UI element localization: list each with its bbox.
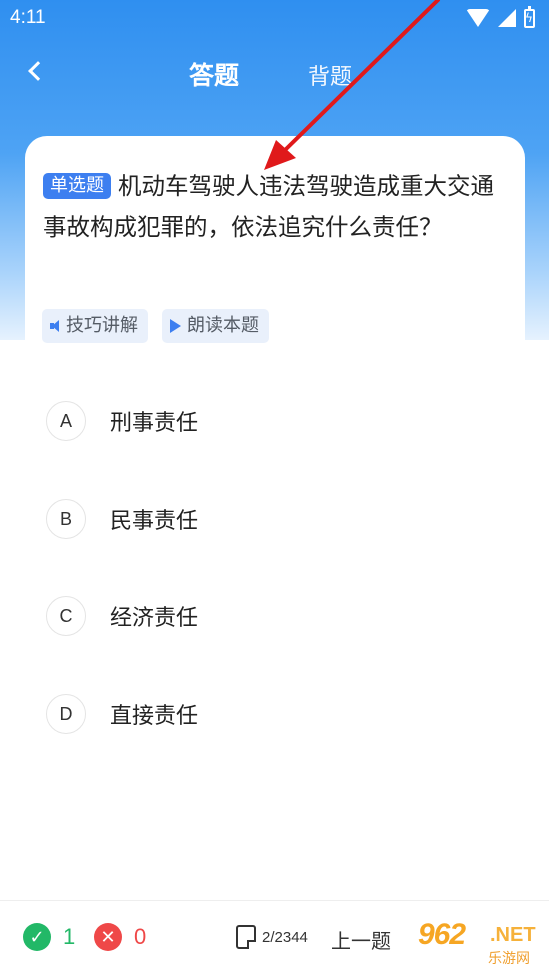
- back-button[interactable]: [18, 54, 52, 88]
- tab-answer[interactable]: 答题: [189, 56, 239, 92]
- wrong-count: 0: [134, 924, 147, 949]
- correct-stat: ✓ 1: [23, 923, 75, 951]
- question-card: 单选题 机动车驾驶人违法驾驶造成重大交通事故构成犯罪的，依法追究什么责任？ 技巧讲…: [25, 136, 525, 366]
- watermark-digits: 962: [418, 918, 466, 951]
- status-time: 4:11: [10, 7, 46, 28]
- play-icon: [170, 319, 181, 333]
- option-text: 直接责任: [110, 704, 199, 729]
- option-d[interactable]: D 直接责任: [46, 692, 506, 736]
- correct-count: 1: [63, 924, 76, 949]
- chevron-left-icon: [28, 61, 48, 81]
- title-bar: 答题 背题: [0, 44, 549, 100]
- option-letter: B: [46, 499, 86, 539]
- read-aloud-button[interactable]: 朗读本题: [162, 309, 269, 343]
- option-b[interactable]: B 民事责任: [46, 497, 506, 541]
- question-text-block: 单选题 机动车驾驶人违法驾驶造成重大交通事故构成犯罪的，依法追究什么责任？: [43, 166, 505, 248]
- tab-recite[interactable]: 背题: [308, 59, 352, 91]
- battery-icon: ϟ: [524, 5, 535, 28]
- speaker-icon: [50, 319, 62, 333]
- watermark-logo: 962 .NET 乐游网: [414, 918, 542, 970]
- read-aloud-label: 朗读本题: [187, 315, 259, 336]
- option-text: 民事责任: [110, 509, 199, 534]
- check-icon: ✓: [23, 923, 51, 951]
- watermark-net: .NET: [490, 924, 536, 946]
- option-text: 刑事责任: [110, 411, 199, 436]
- question-tools: 技巧讲解 朗读本题: [42, 309, 269, 343]
- status-icons: ϟ: [466, 5, 535, 28]
- option-letter: A: [46, 401, 86, 441]
- status-bar: 4:11 ϟ: [0, 0, 549, 36]
- signal-icon: [498, 9, 516, 27]
- cross-icon: ✕: [94, 923, 122, 951]
- question-type-badge: 单选题: [43, 173, 111, 199]
- watermark-cn: 乐游网: [488, 951, 530, 967]
- option-letter: D: [46, 694, 86, 734]
- wrong-stat: ✕ 0: [94, 923, 146, 951]
- tip-explain-label: 技巧讲解: [66, 315, 138, 336]
- option-a[interactable]: A 刑事责任: [46, 399, 506, 443]
- option-c[interactable]: C 经济责任: [46, 594, 506, 638]
- answer-sheet-icon: [236, 925, 256, 949]
- previous-question-button[interactable]: 上一题: [331, 925, 391, 954]
- question-progress: 2/2344: [262, 928, 308, 946]
- tip-explain-button[interactable]: 技巧讲解: [42, 309, 148, 343]
- answer-sheet-button[interactable]: 2/2344: [236, 925, 308, 949]
- wifi-icon: [466, 9, 490, 27]
- option-letter: C: [46, 596, 86, 636]
- option-text: 经济责任: [110, 606, 199, 631]
